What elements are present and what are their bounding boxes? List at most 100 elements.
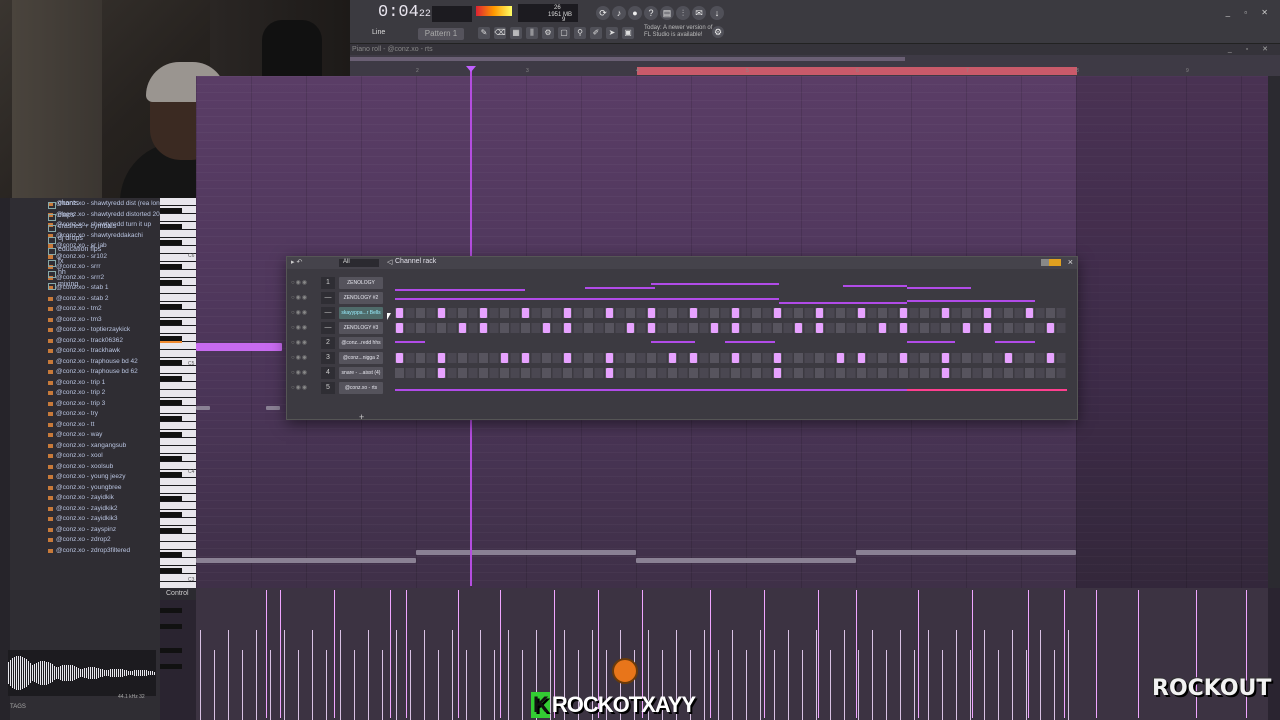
browser-folder-item[interactable]: chants xyxy=(48,200,116,212)
browser-file-item[interactable]: @conz.xo - traphouse bd 42 xyxy=(48,358,167,369)
velocity-bar[interactable] xyxy=(270,650,271,720)
velocity-bar[interactable] xyxy=(368,630,369,720)
channel-mixer-track[interactable]: 1 xyxy=(321,277,335,289)
step-on[interactable] xyxy=(774,353,781,363)
step-on[interactable] xyxy=(396,308,403,318)
black-key[interactable] xyxy=(160,568,182,573)
browser-file-item[interactable]: @conz.xo - zayidkik3 xyxy=(48,515,167,526)
channel-mute-controls[interactable]: ○◉◉ xyxy=(291,324,315,332)
velocity-marker[interactable] xyxy=(710,590,711,718)
channel-name-button[interactable]: @conz...redd hhs xyxy=(339,337,383,349)
chat-icon[interactable]: ✉ xyxy=(692,6,706,20)
step-sequencer[interactable] xyxy=(395,308,1067,318)
browser-file-item[interactable]: @conz.xo - trip 2 xyxy=(48,389,167,400)
velocity-bar[interactable] xyxy=(1068,630,1069,720)
black-key[interactable] xyxy=(160,280,182,285)
note[interactable] xyxy=(196,558,416,563)
step-on[interactable] xyxy=(816,323,823,333)
step-on[interactable] xyxy=(732,323,739,333)
channel-row[interactable]: ○◉◉ 3 @conz...nigga 2 xyxy=(291,352,1071,365)
step-on[interactable] xyxy=(396,353,403,363)
velocity-bar[interactable] xyxy=(942,650,943,720)
step-on[interactable] xyxy=(837,353,844,363)
black-key[interactable] xyxy=(160,624,182,629)
download-icon[interactable]: ↓ xyxy=(710,6,724,20)
record-icon[interactable]: ● xyxy=(628,6,642,20)
channel-mixer-track[interactable]: 4 xyxy=(321,367,335,379)
velocity-bar[interactable] xyxy=(788,630,789,720)
black-key[interactable] xyxy=(160,264,182,269)
channel-mixer-track[interactable]: 5 xyxy=(321,382,335,394)
note[interactable] xyxy=(416,550,636,555)
browser-folder-item[interactable]: hh xyxy=(48,269,116,281)
black-key[interactable] xyxy=(160,304,182,309)
browser-file-item[interactable]: @conz.xo - way xyxy=(48,431,167,442)
step-on[interactable] xyxy=(1047,353,1054,363)
vertical-scrollbar[interactable] xyxy=(1268,76,1280,588)
add-channel-button[interactable]: + xyxy=(359,412,364,422)
tool-draw-icon[interactable]: ✎ xyxy=(478,27,490,39)
browser-folder-item[interactable]: fx xyxy=(48,258,116,270)
velocity-bar[interactable] xyxy=(256,630,257,720)
step-on[interactable] xyxy=(606,308,613,318)
velocity-bar[interactable] xyxy=(844,630,845,720)
black-key[interactable] xyxy=(160,400,182,405)
browser-file-item[interactable]: @conz.xo - xool xyxy=(48,452,167,463)
step-on[interactable] xyxy=(606,353,613,363)
step-on[interactable] xyxy=(690,308,697,318)
tool-grid-icon[interactable]: ▦ xyxy=(510,27,522,39)
step-on[interactable] xyxy=(501,353,508,363)
step-on[interactable] xyxy=(942,308,949,318)
step-on[interactable] xyxy=(732,308,739,318)
step-on[interactable] xyxy=(858,353,865,363)
step-on[interactable] xyxy=(396,323,403,333)
loop-icon[interactable]: ⟳ xyxy=(596,6,610,20)
pattern-selector[interactable]: Pattern 1 xyxy=(418,28,464,40)
velocity-bar[interactable] xyxy=(956,630,957,720)
velocity-bar[interactable] xyxy=(228,630,229,720)
channel-row[interactable]: ○◉◉ 5 @conz.xo - rts xyxy=(291,382,1071,395)
step-on[interactable] xyxy=(942,353,949,363)
velocity-bar[interactable] xyxy=(242,650,243,720)
black-key[interactable] xyxy=(160,552,182,557)
step-on[interactable] xyxy=(522,308,529,318)
velocity-bar[interactable] xyxy=(480,630,481,720)
velocity-control-lane[interactable] xyxy=(196,588,1268,720)
browser-file-item[interactable]: @conz.xo - tm3 xyxy=(48,316,167,327)
close-icon[interactable]: × xyxy=(1068,257,1073,267)
velocity-marker[interactable] xyxy=(1028,590,1029,718)
sample-waveform-preview[interactable] xyxy=(8,650,156,696)
velocity-bar[interactable] xyxy=(872,630,873,720)
browser-file-item[interactable]: @conz.xo - youngbree xyxy=(48,484,167,495)
browser-file-item[interactable]: @conz.xo - zdrop3filtered xyxy=(48,547,167,558)
channel-name-button[interactable]: skayyppa...r Bells xyxy=(339,307,383,319)
velocity-bar[interactable] xyxy=(914,650,915,720)
browser-file-item[interactable]: @conz.xo - try xyxy=(48,410,167,421)
velocity-bar[interactable] xyxy=(326,650,327,720)
velocity-bar[interactable] xyxy=(340,630,341,720)
velocity-bar[interactable] xyxy=(1054,650,1055,720)
note-selected[interactable] xyxy=(196,343,282,351)
piano-roll-preview[interactable] xyxy=(395,338,1067,348)
velocity-bar[interactable] xyxy=(970,650,971,720)
step-on[interactable] xyxy=(942,368,949,378)
velocity-bar[interactable] xyxy=(774,650,775,720)
velocity-marker[interactable] xyxy=(764,590,765,718)
step-on[interactable] xyxy=(984,323,991,333)
step-on[interactable] xyxy=(543,323,550,333)
velocity-marker[interactable] xyxy=(1138,590,1139,718)
velocity-bar[interactable] xyxy=(886,650,887,720)
black-key[interactable] xyxy=(160,664,182,669)
channel-name-button[interactable]: @conz...nigga 2 xyxy=(339,352,383,364)
step-sequencer[interactable] xyxy=(395,353,1067,363)
step-on[interactable] xyxy=(564,308,571,318)
step-on[interactable] xyxy=(438,308,445,318)
mixer-icon[interactable]: ⫶ xyxy=(676,6,690,20)
channel-row[interactable]: ○◉◉ 1 ZENOLOGY xyxy=(291,277,1071,291)
velocity-bar[interactable] xyxy=(1040,630,1041,720)
step-on[interactable] xyxy=(900,308,907,318)
velocity-bar[interactable] xyxy=(396,630,397,720)
black-key[interactable] xyxy=(160,240,182,245)
velocity-marker[interactable] xyxy=(280,590,281,718)
step-on[interactable] xyxy=(774,308,781,318)
